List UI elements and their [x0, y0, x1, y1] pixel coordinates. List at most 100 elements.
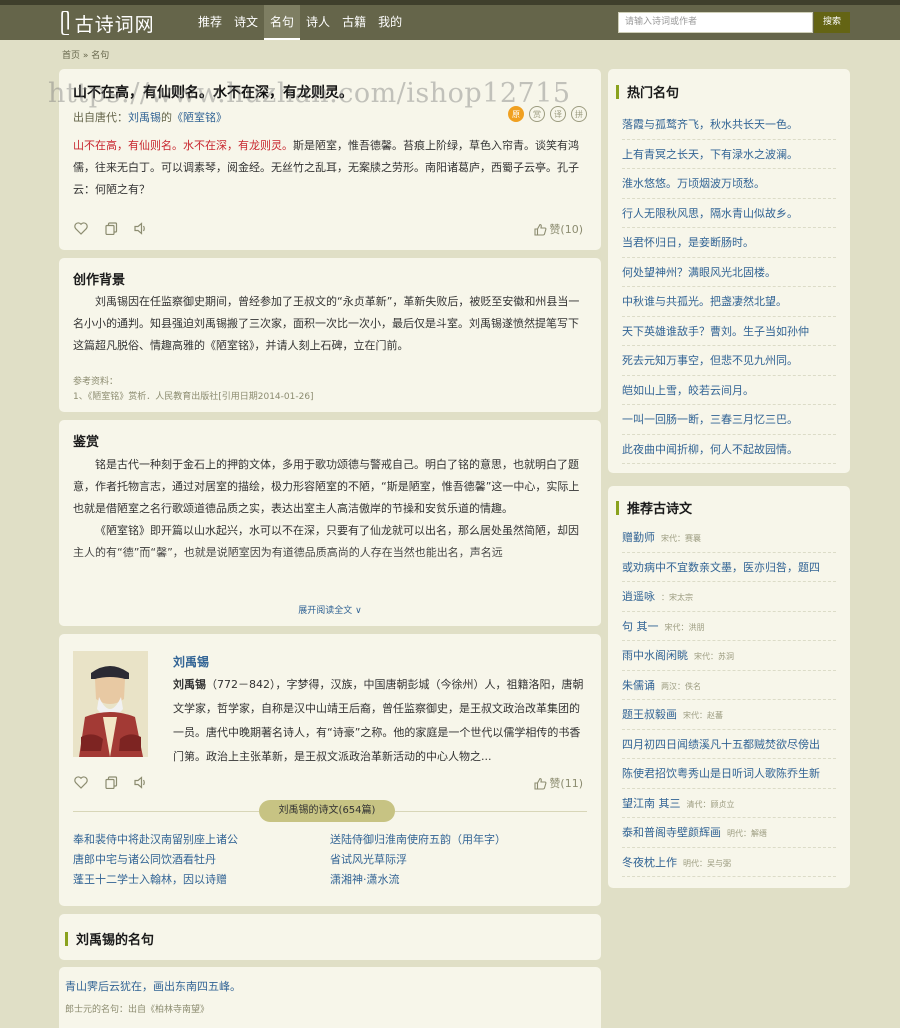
appreciation-p1: 铭是古代一种刻于金石上的押韵文体，多用于歌功颂德与警戒自己。明白了铭的意思，也就…: [73, 458, 580, 515]
poem-author-link[interactable]: 刘禹锡: [128, 111, 161, 124]
recommended-item-era: 宋代：赵蕃: [683, 711, 723, 720]
hot-quote-item[interactable]: 上有青冥之长天，下有渌水之波澜。: [622, 140, 836, 169]
recommended-item-title[interactable]: 冬夜枕上作: [622, 856, 677, 869]
author-bio: 刘禹锡（772－842），字梦得，汉族，中国唐朝彭城（今徐州）人，祖籍洛阳，唐朝…: [173, 673, 587, 769]
poem-work-link[interactable]: 《陋室铭》: [172, 111, 227, 124]
heading-bar: [616, 500, 619, 515]
recommended-item-era: 明代：解缙: [727, 829, 767, 838]
poem-toggle-1[interactable]: 赏: [529, 106, 545, 122]
breadcrumb-home[interactable]: 首页: [62, 51, 80, 61]
background-card: 创作背景 刘禹锡因在任监察御史期间，曾经参加了王叔文的“永贞革新”，革新失败后，…: [59, 258, 601, 412]
author-portrait[interactable]: [73, 651, 148, 757]
recommended-item-era: 宋代：苏洞: [694, 652, 734, 661]
poem-actions: [73, 220, 163, 236]
source-prefix: 出自唐代：: [73, 111, 128, 124]
nav-item-0[interactable]: 推荐: [192, 5, 228, 40]
background-references: 参考资料： 1、《陋室铭》赏析．人民教育出版社[引用日期2014-01-26]: [73, 375, 314, 405]
logo-text: 古诗词网: [74, 13, 155, 36]
author-quotes-heading: 刘禹锡的名句: [65, 929, 154, 948]
divider: [395, 811, 587, 812]
nav-item-3[interactable]: 诗人: [300, 5, 336, 40]
nav-item-5[interactable]: 我的: [372, 5, 408, 40]
hot-quote-item[interactable]: 死去元知万事空，但悲不见九州同。: [622, 346, 836, 376]
nav-item-4[interactable]: 古籍: [336, 5, 372, 40]
hot-quote-item[interactable]: 中秋谁与共孤光。把盏凄然北望。: [622, 287, 836, 317]
ref-item: 1、《陋室铭》赏析．人民教育出版社[引用日期2014-01-26]: [73, 392, 314, 402]
poem-toggle-0[interactable]: 原: [508, 106, 524, 122]
search-button[interactable]: 搜索: [814, 12, 850, 33]
hot-quote-item[interactable]: 何处望神州？满眼风光北固楼。: [622, 258, 836, 287]
hot-quote-item[interactable]: 落霞与孤鹜齐飞，秋水共长天一色。: [622, 110, 836, 140]
recommended-item-title[interactable]: 或劝病中不宜数亲文墨，医亦归咎，题四: [622, 561, 820, 574]
poem-source: 出自唐代：刘禹锡的《陋室铭》: [73, 109, 227, 125]
author-work-link[interactable]: 省试风光草际浮: [330, 850, 593, 870]
poem-toggle-2[interactable]: 译: [550, 106, 566, 122]
heart-icon[interactable]: [73, 774, 89, 790]
copy-icon[interactable]: [103, 774, 119, 790]
author-like-button[interactable]: 赞(11): [534, 775, 583, 791]
author-quote-item: 青山霁后云犹在，画出东南四五峰。 郎士元的名句：出自《柏林寺南望》: [59, 967, 601, 1028]
recommended-item-title[interactable]: 逍遥咏: [622, 590, 655, 603]
recommended-item-era: 宋代：赛襄: [661, 534, 701, 543]
author-name-link[interactable]: 刘禹锡: [173, 653, 209, 670]
heading-bar: [65, 931, 68, 946]
hot-quote-item[interactable]: 此夜曲中闻折柳，何人不起故园情。: [622, 435, 836, 464]
nav-item-2[interactable]: 名句: [264, 5, 301, 40]
recommended-item-title[interactable]: 泰和普阁寺壁颜辉画: [622, 826, 721, 839]
recommended-item-title[interactable]: 朱儒诵: [622, 679, 655, 692]
appreciation-title: 鉴赏: [73, 435, 100, 450]
author-works-list: 奉和裴侍中将赴汉南留别座上诸公 送陆侍御归淮南使府五韵（用年字） 唐郎中宅与诸公同饮…: [73, 830, 593, 890]
site-logo[interactable]: ᥫ 古诗词网: [60, 9, 155, 37]
recommended-item-title[interactable]: 四月初四日闻绩溪凡十五都贼焚欲尽傍出: [622, 738, 820, 751]
recommended-item: 题王叔毅画 宋代：赵蕃: [622, 700, 836, 730]
hot-quotes-heading: 热门名句: [616, 82, 679, 101]
author-work-link[interactable]: 奉和裴侍中将赴汉南留别座上诸公: [73, 830, 330, 850]
heading-bar: [616, 84, 619, 99]
main-nav: 推荐 诗文 名句 诗人 古籍 我的: [192, 5, 408, 40]
author-quotes-title: 刘禹锡的名句: [76, 933, 155, 948]
hot-quote-item[interactable]: 行人无限秋风思，隔水青山似故乡。: [622, 199, 836, 228]
works-count-pill[interactable]: 刘禹锡的诗文(654篇): [259, 800, 395, 822]
search-input[interactable]: 请输入诗词或作者: [618, 12, 813, 33]
recommended-item-era: 清代：顾贞立: [686, 799, 735, 809]
hot-quote-item[interactable]: 淮水悠悠。万顷烟波万顷愁。: [622, 169, 836, 199]
hot-quotes-list: 落霞与孤鹜齐飞，秋水共长天一色。 上有青冥之长天，下有渌水之波澜。 淮水悠悠。万顷烟…: [622, 110, 836, 464]
author-work-link[interactable]: 送陆侍御归淮南使府五韵（用年字）: [330, 830, 593, 850]
author-work-link[interactable]: 蓬王十二学士入翰林，因以诗赠: [73, 870, 330, 890]
author-work-link[interactable]: 唐郎中宅与诸公同饮酒看牡丹: [73, 850, 330, 870]
recommended-heading: 推荐古诗文: [616, 498, 692, 517]
nav-item-1[interactable]: 诗文: [228, 5, 264, 40]
appreciation-card: 鉴赏 铭是古代一种刻于金石上的押韵文体，多用于歌功颂德与警戒自己。明白了铭的意思…: [59, 420, 601, 626]
speaker-icon[interactable]: [133, 774, 149, 790]
hot-quote-item[interactable]: 天下英雄谁敌手？曹刘。生子当如孙仲: [622, 317, 836, 346]
author-like-count: 赞(11): [549, 777, 583, 790]
expand-button[interactable]: 展开阅读全文 ∨: [59, 603, 601, 616]
author-quote-source: 郎士元的名句：出自《柏林寺南望》: [65, 1005, 210, 1015]
recommended-item-title[interactable]: 句 其一: [622, 620, 659, 633]
recommended-item: 泰和普阁寺壁颜辉画 明代：解缙: [622, 818, 836, 848]
logo-icon: ᥫ: [60, 10, 71, 35]
author-quote-link[interactable]: 青山霁后云犹在，画出东南四五峰。: [65, 978, 241, 994]
speaker-icon[interactable]: [133, 220, 149, 236]
poem-view-toggles: 原赏译拼: [503, 106, 587, 122]
hot-quote-item[interactable]: 皑如山上雪，皎若云间月。: [622, 376, 836, 405]
background-text: 刘禹锡因在任监察御史期间，曾经参加了王叔文的“永贞革新”，革新失败后，被贬至安徽…: [73, 295, 580, 352]
recommended-item: 逍遥咏 ：宋太宗: [622, 582, 836, 612]
poem-card: 山不在高，有仙则名。水不在深，有龙则灵。 出自唐代：刘禹锡的《陋室铭》 原赏译拼…: [59, 69, 601, 250]
hot-quote-item[interactable]: 当君怀归日，是妾断肠时。: [622, 228, 836, 258]
recommended-item-title[interactable]: 望江南 其三: [622, 797, 681, 810]
recommended-item-title[interactable]: 陈使君招饮粤秀山是日听词人歌陈乔生新: [622, 767, 820, 780]
poem-toggle-3[interactable]: 拼: [571, 106, 587, 122]
author-work-link[interactable]: 潇湘神·潇水流: [330, 870, 593, 890]
recommended-item-title[interactable]: 赠勤师: [622, 531, 655, 544]
poem-like-button[interactable]: 赞(10): [534, 221, 583, 237]
recommended-item: 四月初四日闻绩溪凡十五都贼焚欲尽傍出: [622, 730, 836, 759]
poem-highlight: 山不在高，有仙则名。水不在深，有龙则灵。: [73, 139, 293, 152]
recommended-item-title[interactable]: 题王叔毅画: [622, 708, 677, 721]
poem-title: 山不在高，有仙则名。水不在深，有龙则灵。: [73, 85, 353, 101]
heart-icon[interactable]: [73, 220, 89, 236]
recommended-item-title[interactable]: 雨中水阁闲眺: [622, 649, 688, 662]
top-navbar: ᥫ 古诗词网 推荐 诗文 名句 诗人 古籍 我的 请输入诗词或作者 搜索: [0, 0, 900, 40]
hot-quote-item[interactable]: 一叫一回肠一断，三春三月忆三巴。: [622, 405, 836, 435]
copy-icon[interactable]: [103, 220, 119, 236]
